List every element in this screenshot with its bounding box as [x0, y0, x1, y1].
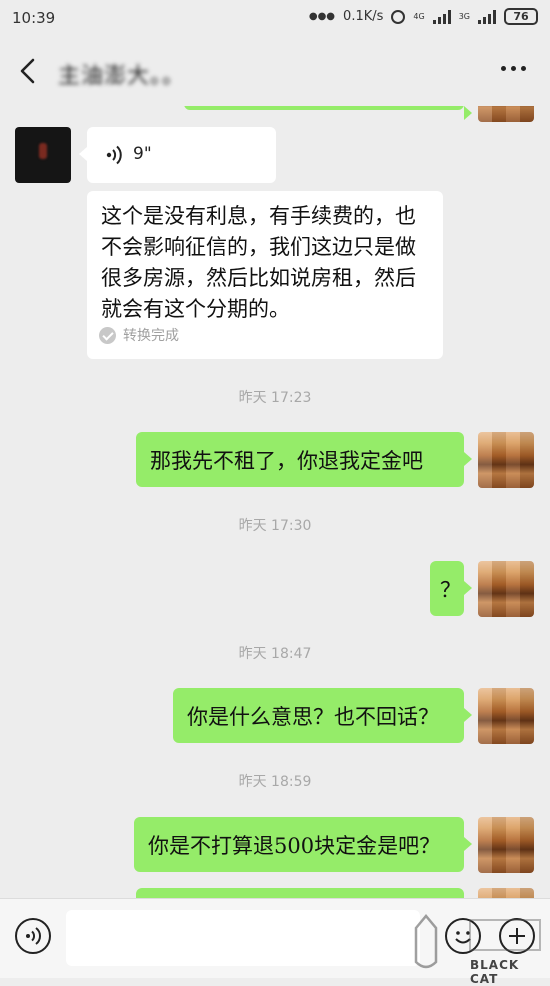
signal-icon — [432, 9, 451, 24]
my-avatar[interactable] — [478, 432, 534, 488]
watermark-text: BLACK CAT — [470, 958, 520, 986]
more-dots-icon[interactable] — [501, 66, 526, 71]
status-icons: ●●● 0.1K/s 4G 3G 76 — [309, 8, 538, 25]
timestamp: 昨天 18:47 — [238, 646, 312, 662]
battery-indicator: 76 — [504, 8, 538, 25]
dots-indicator-icon: ●●● — [308, 11, 336, 22]
my-avatar[interactable] — [478, 106, 534, 122]
my-avatar[interactable] — [478, 817, 534, 873]
my-avatar[interactable] — [478, 888, 534, 898]
voice-transcript-bubble[interactable]: 这个是没有利息，有手续费的，也不会影响征信的，我们这边只是做很多房源，然后比如说… — [87, 191, 443, 359]
timestamp: 昨天 18:59 — [238, 774, 312, 790]
status-bar: 10:39 ●●● 0.1K/s 4G 3G 76 — [0, 0, 550, 36]
sent-message-bubble[interactable]: ？ — [430, 561, 472, 616]
chat-messages[interactable]: 9" 这个是没有利息，有手续费的，也不会影响征信的，我们这边只是做很多房源，然后… — [0, 106, 550, 898]
sent-message-bubble[interactable]: 那我先不租了，你退我定金吧 — [136, 432, 472, 487]
my-avatar[interactable] — [478, 561, 534, 617]
network-speed: 0.1K/s — [343, 9, 384, 24]
signal-icon — [478, 9, 496, 24]
voice-message-bubble[interactable]: 9" — [79, 127, 276, 183]
transcript-status: 转换完成 — [99, 325, 179, 345]
status-time: 10:39 — [12, 9, 56, 27]
partial-sent-bubble[interactable] — [136, 888, 464, 898]
signal-2-label: 3G — [458, 12, 470, 21]
alarm-icon — [391, 9, 406, 24]
voice-transcript: 这个是没有利息，有手续费的，也不会影响征信的，我们这边只是做很多房源，然后比如说… — [101, 204, 416, 321]
voice-duration: 9" — [133, 144, 152, 164]
sent-message-bubble[interactable]: 你是不打算退500块定金是吧？ — [134, 817, 472, 872]
chevron-left-icon[interactable] — [14, 54, 44, 88]
partial-sent-bubble[interactable] — [184, 106, 472, 120]
timestamp: 昨天 17:23 — [238, 390, 312, 406]
chat-header: 主油澎大。。 — [0, 36, 550, 106]
signal-1-label: 4G — [413, 12, 425, 21]
sent-message-bubble[interactable]: 你是什么意思？也不回话？ — [173, 688, 472, 743]
message-input[interactable] — [66, 910, 420, 966]
voice-wave-icon — [106, 145, 122, 165]
transcript-status-label: 转换完成 — [123, 328, 179, 344]
timestamp: 昨天 17:30 — [238, 518, 312, 534]
voice-toggle-icon[interactable] — [15, 918, 51, 954]
my-avatar[interactable] — [478, 688, 534, 744]
check-circle-icon — [99, 326, 116, 344]
chat-title: 主油澎大。。 — [58, 64, 186, 89]
contact-avatar[interactable] — [15, 127, 71, 183]
